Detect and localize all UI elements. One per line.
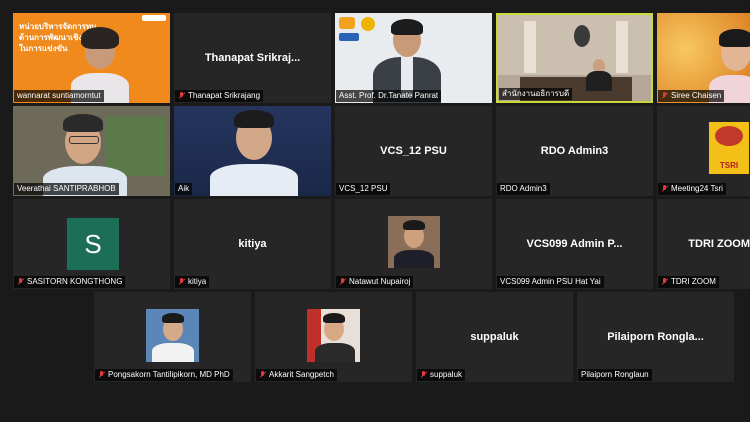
participant-display-name: VCS099 Admin P... — [526, 238, 623, 250]
mic-muted-icon — [661, 92, 668, 100]
participant-display-name: VCS_12 PSU — [380, 145, 447, 157]
participant-display-name: suppaluk — [470, 331, 519, 343]
participant-name: Pongsakorn Tantilipikorn, MD PhD — [95, 369, 233, 381]
participant-name: Pilaiporn Ronglaun — [578, 369, 652, 381]
tsri-logo: TSRI — [709, 122, 749, 174]
participant-name: Siree Chaisen — [658, 90, 725, 102]
mic-muted-icon — [661, 278, 668, 286]
mic-muted-icon — [661, 185, 668, 193]
participant-tile-18[interactable]: suppaluk suppaluk — [416, 292, 573, 382]
participant-tile-4[interactable]: สำนักงานอธิการบดี — [496, 13, 653, 103]
speaker-video — [174, 106, 331, 196]
participant-name: สำนักงานอธิการบดี — [499, 88, 573, 100]
participant-display-name: Thanapat Srikraj... — [204, 52, 301, 64]
participant-display-name: TDRI ZOOM — [688, 238, 750, 250]
participant-tile-7[interactable]: Aik — [174, 106, 331, 196]
participant-tile-10[interactable]: TSRI Meeting24 Tsri — [657, 106, 750, 196]
participant-name: TDRI ZOOM — [658, 276, 719, 288]
mic-muted-icon — [17, 278, 24, 286]
avatar: S — [67, 218, 119, 270]
participant-display-name: Pilaiporn Rongla... — [607, 331, 704, 343]
participant-tile-9[interactable]: RDO Admin3 RDO Admin3 — [496, 106, 653, 196]
participant-name: Asst. Prof. Dr.Tanate Panrat — [336, 90, 442, 102]
participant-tile-2[interactable]: Thanapat Srikraj... Thanapat Srikrajang — [174, 13, 331, 103]
participant-display-name: kitiya — [238, 238, 267, 250]
participant-name: Thanapat Srikrajang — [175, 90, 264, 102]
participant-name: Meeting24 Tsri — [658, 183, 726, 195]
mic-muted-icon — [178, 92, 185, 100]
participant-name: Aik — [175, 183, 193, 195]
participant-tile-13[interactable]: Natawut Nupairoj — [335, 199, 492, 289]
participant-tile-17[interactable]: Akkarit Sangpetch — [255, 292, 412, 382]
profile-photo — [388, 216, 440, 268]
participant-tile-6[interactable]: Veerathai SANTIPRABHOB — [13, 106, 170, 196]
mic-muted-icon — [420, 371, 427, 379]
participant-name: VCS_12 PSU — [336, 183, 391, 195]
participant-tile-16[interactable]: Pongsakorn Tantilipikorn, MD PhD — [94, 292, 251, 382]
participant-name: RDO Admin3 — [497, 183, 550, 195]
mic-muted-icon — [339, 278, 346, 286]
participant-tile-3[interactable]: Asst. Prof. Dr.Tanate Panrat — [335, 13, 492, 103]
participant-name: SASITORN KONGTHONG — [14, 276, 126, 288]
participant-tile-8[interactable]: VCS_12 PSU VCS_12 PSU — [335, 106, 492, 196]
participant-display-name: RDO Admin3 — [540, 145, 609, 157]
participant-name: kitiya — [175, 276, 210, 288]
participant-name: Natawut Nupairoj — [336, 276, 414, 288]
mic-muted-icon — [259, 371, 266, 379]
participant-tile-1[interactable]: หน่วยบริหารจัดการทุน ด้านการพัฒนาเชิงพื้… — [13, 13, 170, 103]
participant-name: suppaluk — [417, 369, 466, 381]
participant-tile-5[interactable]: Siree Chaisen — [657, 13, 750, 103]
mic-muted-icon — [178, 278, 185, 286]
participant-tile-15[interactable]: TDRI ZOOM TDRI ZOOM — [657, 199, 750, 289]
participant-name: VCS099 Admin PSU Hat Yai — [497, 276, 604, 288]
participant-name: Veerathai SANTIPRABHOB — [14, 183, 119, 195]
participant-tile-11[interactable]: S SASITORN KONGTHONG — [13, 199, 170, 289]
participant-tile-12[interactable]: kitiya kitiya — [174, 199, 331, 289]
profile-photo — [307, 309, 360, 362]
mic-muted-icon — [98, 371, 105, 379]
logo-text: TSRI — [719, 161, 739, 170]
profile-photo — [146, 309, 199, 362]
participant-tile-14[interactable]: VCS099 Admin P... VCS099 Admin PSU Hat Y… — [496, 199, 653, 289]
participant-tile-19[interactable]: Pilaiporn Rongla... Pilaiporn Ronglaun — [577, 292, 734, 382]
participant-name: Akkarit Sangpetch — [256, 369, 337, 381]
participant-name: wannarat suntiamorntut — [14, 90, 104, 102]
